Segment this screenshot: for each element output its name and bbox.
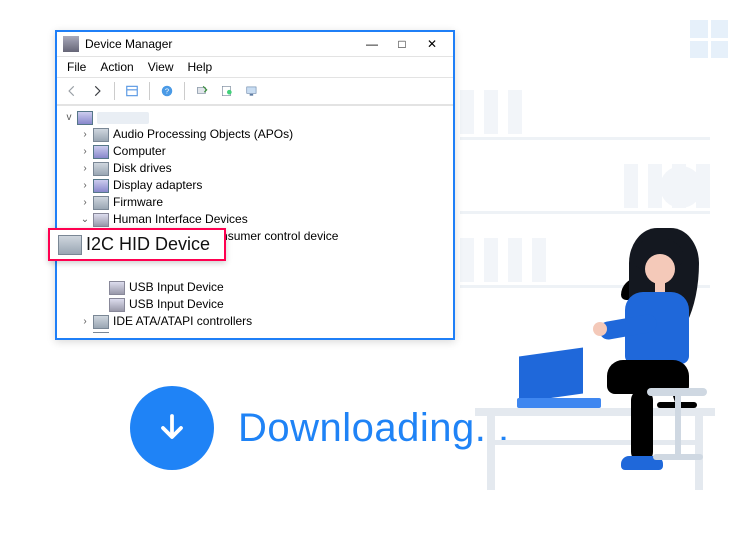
expand-caret-icon[interactable]: ⌄ [79,211,91,228]
windows-logo-icon [690,20,728,58]
illustration-scene [425,210,715,490]
monitor-button[interactable] [241,81,263,101]
tree-item-label: Disk drives [113,160,172,177]
show-tree-button[interactable] [121,81,143,101]
dev-icon [93,332,109,334]
computer-name-blurred [97,112,149,124]
expand-caret-icon[interactable]: › [79,194,91,211]
tree-item-label: Computer [113,143,166,160]
tree-item[interactable]: › Display adapters [63,177,447,194]
tree-item[interactable]: › Audio Processing Objects (APOs) [63,126,447,143]
tree-item-label: Keyboards [113,330,170,333]
hid-icon [109,298,125,312]
tree-item-label: Firmware [113,194,163,211]
tree-item-label: USB Input Device [129,296,224,313]
help-button[interactable]: ? [156,81,178,101]
pc-icon [93,179,109,193]
expand-caret-icon[interactable]: › [79,126,91,143]
hid-device-icon [58,235,82,255]
tree-item[interactable]: USB Input Device [63,296,447,313]
tree-item[interactable]: › Firmware [63,194,447,211]
tree-item-label: Human Interface Devices [113,211,248,228]
expand-caret-icon[interactable]: › [79,143,91,160]
minimize-button[interactable]: — [357,33,387,55]
back-button[interactable] [61,81,83,101]
dev-icon [93,315,109,329]
person-illustration [571,210,711,490]
tree-item[interactable]: USB Input Device [63,279,447,296]
titlebar[interactable]: Device Manager — □ ✕ [57,32,453,56]
expand-caret-icon[interactable]: › [79,313,91,330]
menu-view[interactable]: View [148,60,174,74]
svg-text:?: ? [165,86,169,95]
tree-item[interactable]: › Keyboards [63,330,447,333]
pc-icon [93,145,109,159]
hid-icon [109,281,125,295]
tree-item-label: Display adapters [113,177,202,194]
window-title: Device Manager [85,37,172,51]
tree-item-label: IDE ATA/ATAPI controllers [113,313,252,330]
menubar: File Action View Help [57,56,453,77]
device-manager-window: Device Manager — □ ✕ File Action View He… [55,30,455,340]
expand-caret-icon[interactable]: › [79,330,91,333]
toolbar: ? [57,77,453,105]
dev-icon [93,128,109,142]
download-button[interactable] [130,386,214,470]
forward-button[interactable] [86,81,108,101]
tree-item-label: USB Input Device [129,279,224,296]
expand-caret-icon[interactable]: › [79,177,91,194]
tree-item[interactable]: › Disk drives [63,160,447,177]
device-manager-icon [63,36,79,52]
close-button[interactable]: ✕ [417,33,447,55]
tree-item-label: Audio Processing Objects (APOs) [113,126,293,143]
dev-icon [93,162,109,176]
device-tree: v › Audio Processing Objects (APOs) › Compu… [57,105,453,333]
tree-item[interactable]: ⌄ Human Interface Devices [63,211,447,228]
tree-root[interactable]: v [63,109,447,126]
callout-label: I2C HID Device [86,234,210,255]
menu-action[interactable]: Action [100,60,133,74]
menu-help[interactable]: Help [188,60,213,74]
maximize-button[interactable]: □ [387,33,417,55]
expand-caret-icon[interactable]: › [79,160,91,177]
scan-hardware-button[interactable] [191,81,213,101]
i2c-hid-callout: I2C HID Device [48,228,226,261]
hid-icon [93,213,109,227]
properties-button[interactable] [216,81,238,101]
tree-item[interactable]: › Computer [63,143,447,160]
tree-item[interactable]: › IDE ATA/ATAPI controllers [63,313,447,330]
menu-file[interactable]: File [67,60,86,74]
dev-icon [93,196,109,210]
download-arrow-icon [154,410,190,446]
